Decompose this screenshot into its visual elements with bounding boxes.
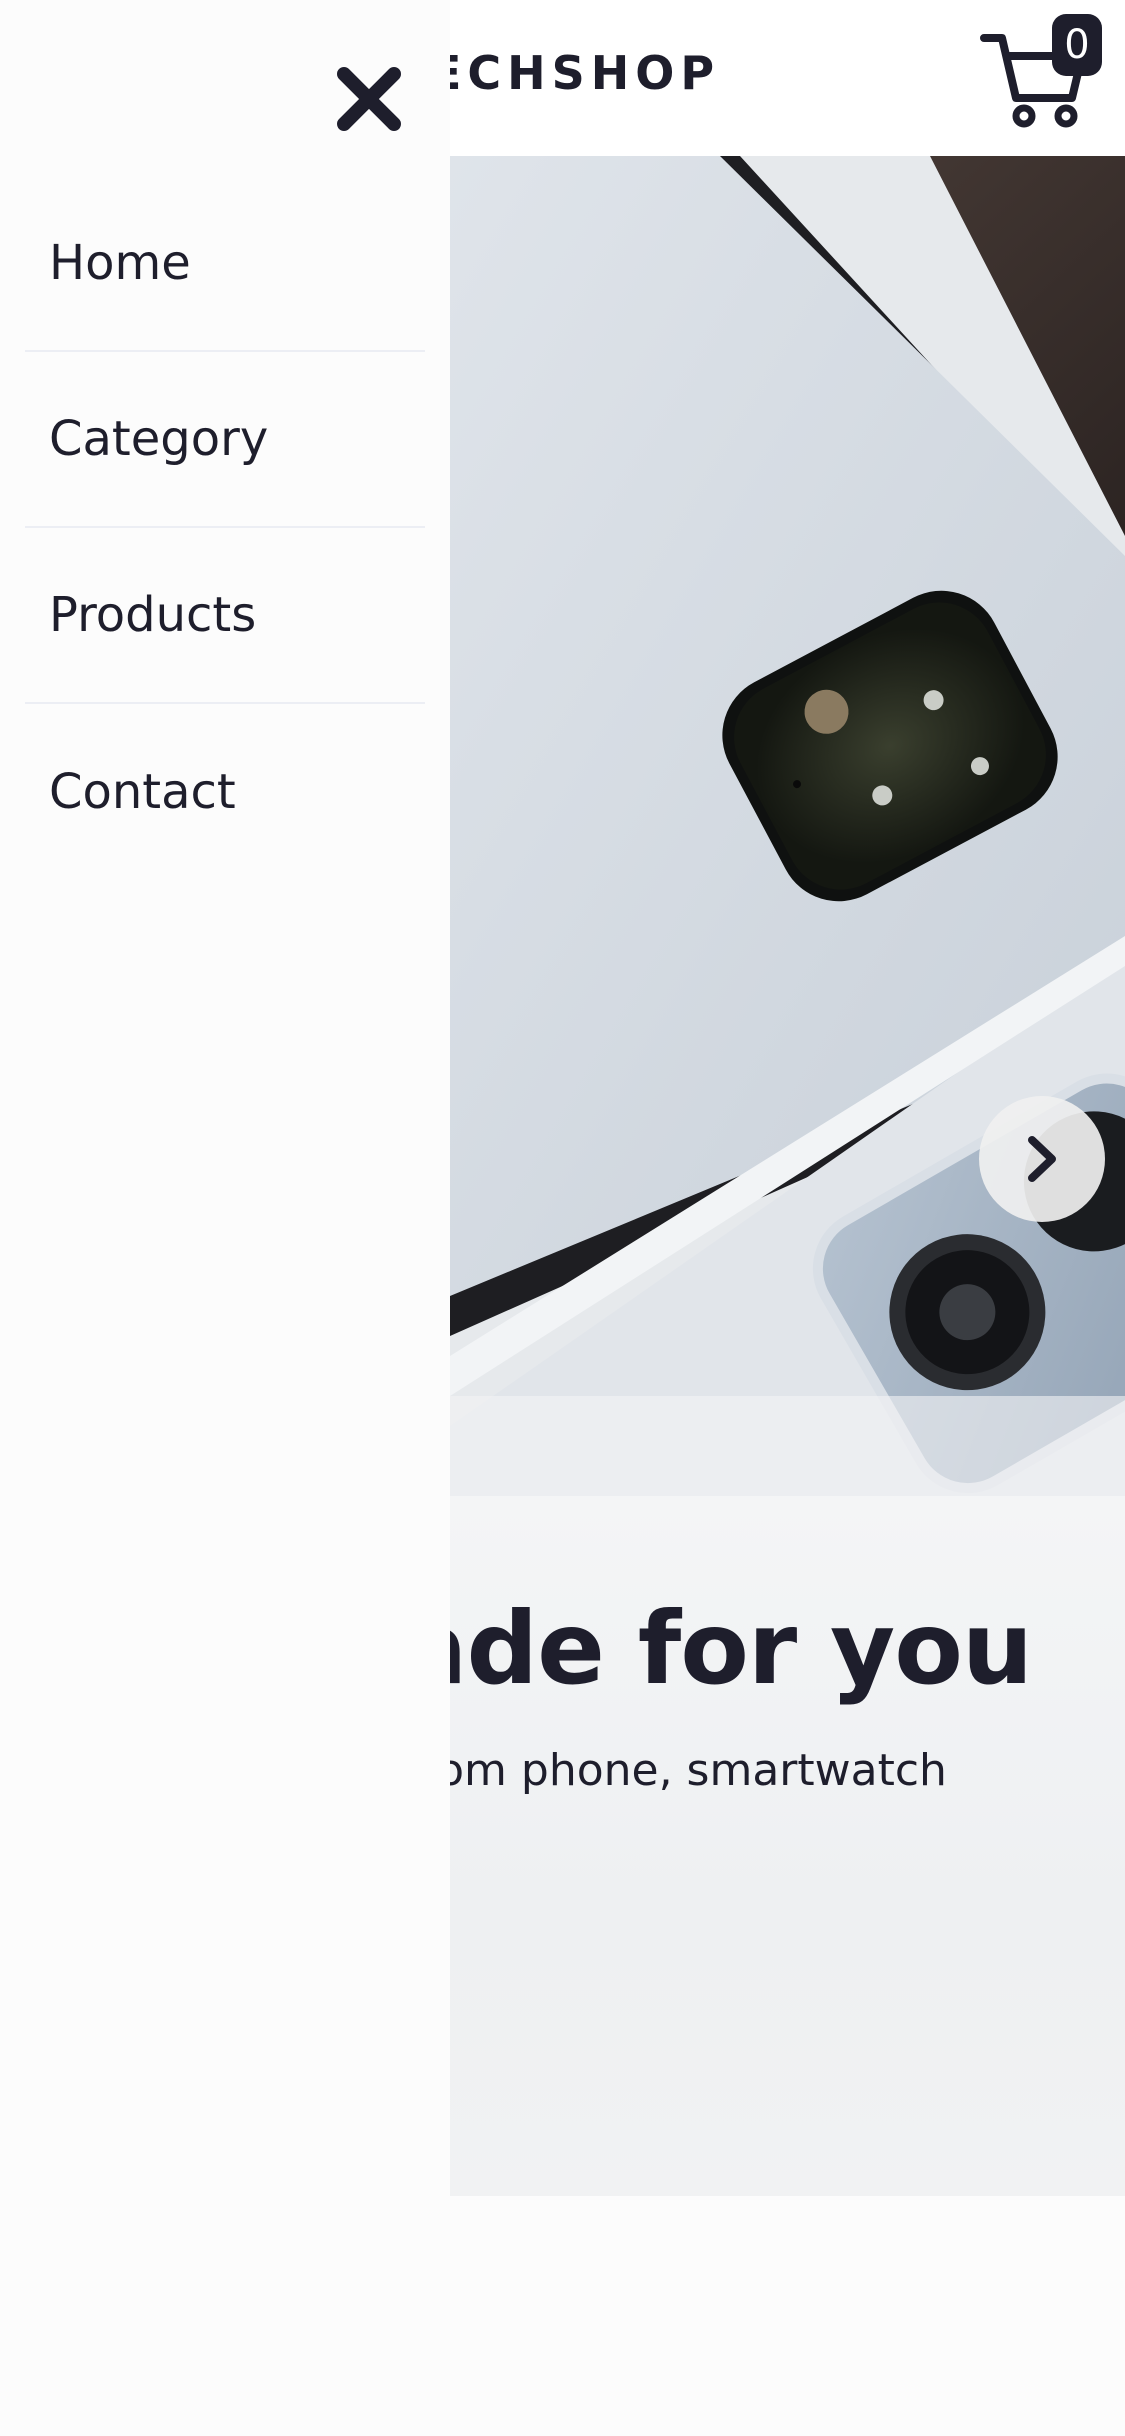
close-menu-button[interactable] [330,60,408,138]
hero-subline: rom phone, smartwatch [420,1745,947,1796]
nav-drawer: Home Category Products Contact [0,0,450,2436]
chevron-right-icon [1028,1136,1056,1182]
nav-item-products[interactable]: Products [25,528,425,704]
brand-logo[interactable]: ECHSHOP [430,46,720,100]
close-icon [337,67,401,131]
hero-headline: ade for you [400,1590,1033,1707]
hero-image [450,156,1125,1496]
nav-item-home[interactable]: Home [25,176,425,352]
cart-count-badge: 0 [1052,14,1102,76]
carousel-next-button[interactable] [979,1096,1105,1222]
page: ECHSHOP 0 ade for you rom phone, smartwa… [0,0,1125,2436]
hero-banner [450,156,1125,1496]
nav-item-contact[interactable]: Contact [25,704,425,880]
nav-item-category[interactable]: Category [25,352,425,528]
nav-menu: Home Category Products Contact [25,176,425,880]
